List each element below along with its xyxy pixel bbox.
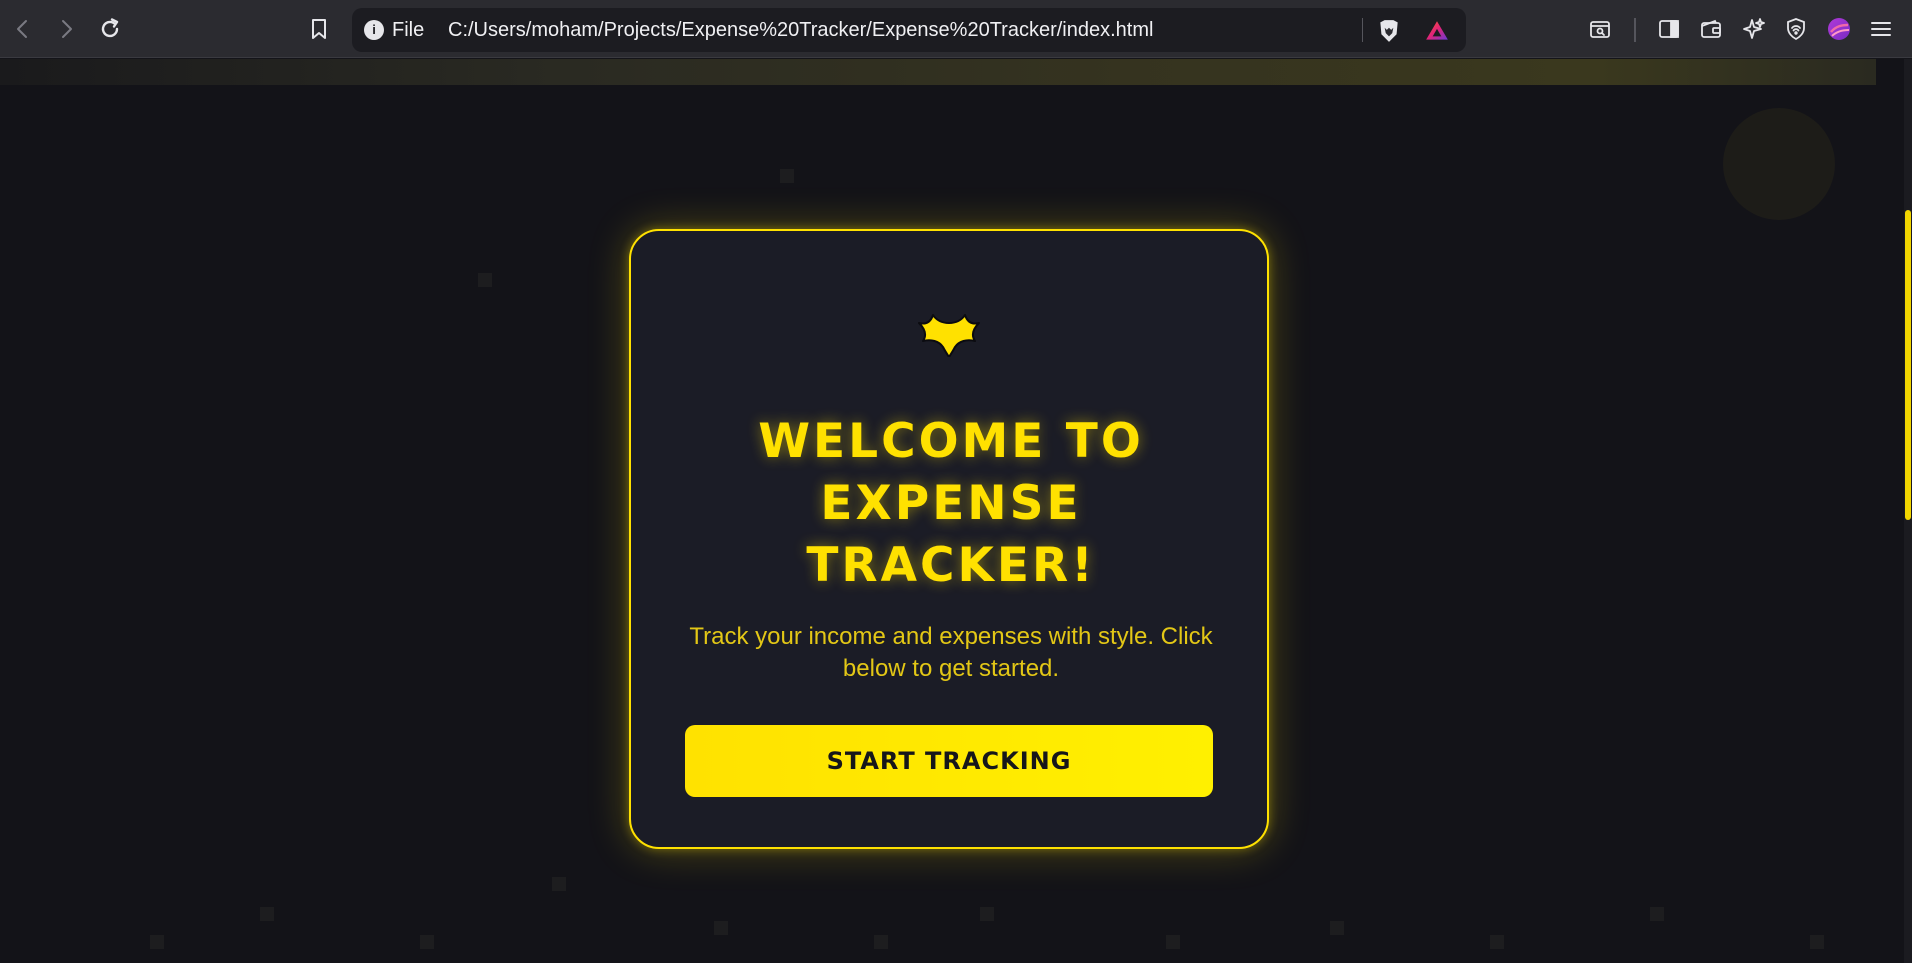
forward-button[interactable] bbox=[49, 12, 83, 46]
url-divider bbox=[1362, 18, 1363, 42]
welcome-title: WELCOME TO EXPENSE TRACKER! bbox=[758, 414, 1144, 593]
forward-arrow-icon bbox=[62, 20, 72, 38]
sidebar-icon bbox=[1659, 20, 1679, 38]
background-particle bbox=[1810, 935, 1824, 949]
search-in-page-icon bbox=[1590, 21, 1610, 38]
background-particle bbox=[420, 935, 434, 949]
background-particle bbox=[1166, 935, 1180, 949]
background-particle bbox=[1330, 921, 1344, 935]
background-particle bbox=[980, 907, 994, 921]
bat-logo-icon bbox=[918, 314, 980, 357]
main-menu-button[interactable] bbox=[1864, 12, 1898, 46]
scrollbar-thumb[interactable] bbox=[1905, 210, 1911, 520]
start-tracking-button[interactable]: START TRACKING bbox=[685, 725, 1213, 797]
background-particle bbox=[260, 907, 274, 921]
hamburger-menu-icon bbox=[1871, 22, 1891, 36]
background-particle bbox=[478, 273, 492, 287]
vpn-button[interactable] bbox=[1779, 12, 1813, 46]
top-glow-strip bbox=[0, 59, 1876, 85]
wallet-icon bbox=[1701, 19, 1721, 38]
background-orb bbox=[1723, 108, 1835, 220]
bookmark-button[interactable] bbox=[302, 12, 336, 46]
profile-button[interactable] bbox=[1822, 12, 1856, 46]
page-search-button[interactable] bbox=[1583, 12, 1617, 46]
background-particle bbox=[714, 921, 728, 935]
back-button[interactable] bbox=[6, 12, 40, 46]
toolbar-separator bbox=[1634, 18, 1636, 42]
sidebar-button[interactable] bbox=[1652, 12, 1686, 46]
bookmark-icon bbox=[312, 19, 326, 39]
back-arrow-icon bbox=[17, 20, 27, 38]
background-particle bbox=[150, 935, 164, 949]
brave-rewards-icon[interactable] bbox=[1424, 18, 1450, 44]
brave-shields-icon[interactable] bbox=[1376, 18, 1402, 44]
reload-icon bbox=[101, 18, 119, 38]
vpn-icon bbox=[1787, 18, 1805, 41]
background-particle bbox=[552, 877, 566, 891]
welcome-card: WELCOME TO EXPENSE TRACKER! Track your i… bbox=[629, 229, 1269, 849]
leo-ai-icon bbox=[1743, 18, 1765, 39]
address-bar[interactable]: i File C:/Users/moham/Projects/Expense%2… bbox=[352, 8, 1466, 52]
leo-ai-button[interactable] bbox=[1737, 12, 1771, 46]
background-particle bbox=[1650, 907, 1664, 921]
background-particle bbox=[780, 169, 794, 183]
url-scheme-label: File bbox=[392, 19, 425, 41]
browser-toolbar: i File C:/Users/moham/Projects/Expense%2… bbox=[0, 0, 1912, 58]
welcome-subtitle: Track your income and expenses with styl… bbox=[689, 623, 1213, 682]
url-text[interactable]: C:/Users/moham/Projects/Expense%20Tracke… bbox=[448, 19, 1153, 42]
background-particle bbox=[874, 935, 888, 949]
site-info-icon[interactable]: i bbox=[364, 20, 384, 40]
background-particle bbox=[1490, 935, 1504, 949]
wallet-button[interactable] bbox=[1694, 12, 1728, 46]
profile-avatar-icon bbox=[1828, 18, 1850, 40]
reload-button[interactable] bbox=[93, 12, 127, 46]
